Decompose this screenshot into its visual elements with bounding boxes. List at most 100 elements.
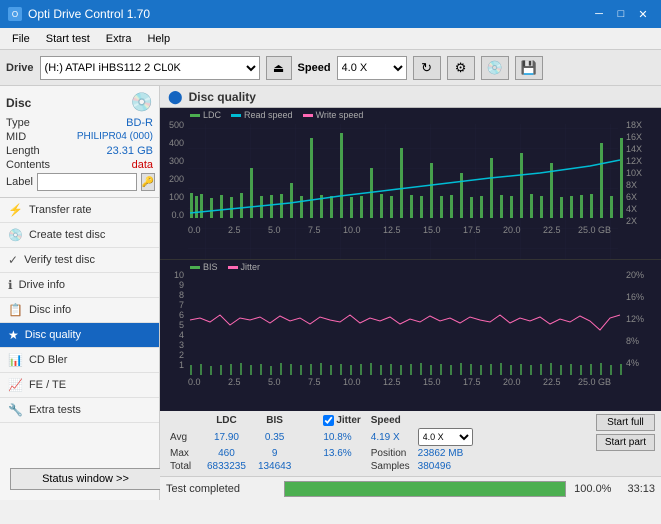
col-header-speed: Speed: [367, 414, 414, 427]
svg-text:10X: 10X: [626, 168, 642, 178]
avg-bis: 0.35: [252, 427, 297, 447]
svg-text:300: 300: [169, 156, 184, 166]
jitter-checkbox[interactable]: [323, 415, 334, 426]
svg-text:12X: 12X: [626, 156, 642, 166]
legend-read-speed: Read speed: [231, 110, 293, 120]
disc-type-row: Type BD-R: [6, 117, 153, 129]
svg-text:2X: 2X: [626, 216, 637, 226]
svg-text:2.5: 2.5: [228, 225, 241, 235]
status-window-button[interactable]: Status window >>: [10, 468, 161, 490]
start-full-button[interactable]: Start full: [596, 414, 655, 431]
svg-text:0.0: 0.0: [188, 225, 201, 235]
stats-row: LDC BIS Jitter Speed Avg 17.90 0.35: [166, 414, 655, 473]
svg-text:12.5: 12.5: [383, 377, 401, 387]
menu-extra[interactable]: Extra: [98, 31, 140, 47]
stats-table: LDC BIS Jitter Speed Avg 17.90 0.35: [166, 414, 477, 473]
fe-te-icon: 📈: [8, 378, 23, 392]
svg-text:2: 2: [179, 350, 184, 360]
nav-create-test-disc[interactable]: 💿 Create test disc: [0, 223, 159, 248]
create-test-disc-icon: 💿: [8, 228, 23, 242]
progress-track: [284, 481, 566, 497]
titlebar: O Opti Drive Control 1.70 ─ □ ✕: [0, 0, 661, 28]
disc-type-label: Type: [6, 117, 30, 129]
samples-label: Samples: [367, 460, 414, 473]
nav-extra-tests-label: Extra tests: [29, 404, 81, 416]
progress-percent: 100.0%: [574, 483, 611, 495]
svg-text:6: 6: [179, 310, 184, 320]
menu-help[interactable]: Help: [139, 31, 178, 47]
write-speed-color: [303, 114, 313, 117]
svg-text:6X: 6X: [626, 192, 637, 202]
menu-file[interactable]: File: [4, 31, 38, 47]
close-button[interactable]: ✕: [633, 5, 653, 23]
disc-label-button[interactable]: 🔑: [141, 173, 155, 191]
svg-text:5: 5: [179, 320, 184, 330]
save-button[interactable]: 💾: [515, 56, 543, 80]
svg-text:17.5: 17.5: [463, 377, 481, 387]
nav-drive-info[interactable]: ℹ Drive info: [0, 273, 159, 298]
disc-label-input[interactable]: [37, 173, 137, 191]
disc-mid-value: PHILIPR04 (000): [77, 131, 153, 143]
legend-write-speed-label: Write speed: [316, 110, 364, 120]
nav-fe-te[interactable]: 📈 FE / TE: [0, 373, 159, 398]
speed-select-stats[interactable]: 4.0 X: [418, 428, 473, 446]
svg-text:20.0: 20.0: [503, 225, 521, 235]
chart2-container: BIS Jitter 10 9 8 7 6 5 4 3: [160, 260, 661, 411]
nav-cd-bler[interactable]: 📊 CD Bler: [0, 348, 159, 373]
eject-button[interactable]: ⏏: [266, 56, 292, 80]
avg-ldc: 17.90: [201, 427, 252, 447]
drive-select[interactable]: (H:) ATAPI iHBS112 2 CL0K: [40, 56, 260, 80]
svg-text:8: 8: [179, 290, 184, 300]
svg-text:22.5: 22.5: [543, 377, 561, 387]
refresh-button[interactable]: ↻: [413, 56, 441, 80]
svg-text:20%: 20%: [626, 270, 644, 280]
speed-val: 4.19 X: [367, 427, 414, 447]
svg-text:100: 100: [169, 192, 184, 202]
svg-text:1: 1: [179, 360, 184, 370]
position-label: Position: [367, 447, 414, 460]
svg-text:2.5: 2.5: [228, 377, 241, 387]
svg-text:16%: 16%: [626, 292, 644, 302]
nav-transfer-rate[interactable]: ⚡ Transfer rate: [0, 198, 159, 223]
svg-text:10.0: 10.0: [343, 377, 361, 387]
chart2-legend: BIS Jitter: [190, 262, 260, 272]
disc-icon: 💿: [131, 92, 153, 113]
svg-text:400: 400: [169, 138, 184, 148]
nav-disc-info[interactable]: 📋 Disc info: [0, 298, 159, 323]
legend-jitter-label: Jitter: [241, 262, 261, 272]
nav-verify-test-disc[interactable]: ✓ Verify test disc: [0, 248, 159, 273]
svg-text:12.5: 12.5: [383, 225, 401, 235]
nav-drive-info-label: Drive info: [19, 279, 65, 291]
app-title: Opti Drive Control 1.70: [28, 7, 150, 21]
disc-button[interactable]: 💿: [481, 56, 509, 80]
app-icon: O: [8, 7, 22, 21]
svg-text:22.5: 22.5: [543, 225, 561, 235]
disc-title: Disc: [6, 96, 31, 110]
sidebar: Disc 💿 Type BD-R MID PHILIPR04 (000) Len…: [0, 86, 160, 500]
settings-button[interactable]: ⚙: [447, 56, 475, 80]
nav-extra-tests[interactable]: 🔧 Extra tests: [0, 398, 159, 423]
minimize-button[interactable]: ─: [589, 5, 609, 23]
nav-disc-quality[interactable]: ★ Disc quality: [0, 323, 159, 348]
start-part-button[interactable]: Start part: [596, 434, 655, 451]
svg-text:500: 500: [169, 120, 184, 130]
svg-text:18X: 18X: [626, 120, 642, 130]
total-ldc: 6833235: [201, 460, 252, 473]
chart1-legend: LDC Read speed Write speed: [190, 110, 363, 120]
menu-start-test[interactable]: Start test: [38, 31, 98, 47]
speed-select[interactable]: 4.0 X: [337, 56, 407, 80]
total-bis: 134643: [252, 460, 297, 473]
nav-create-test-disc-label: Create test disc: [29, 229, 105, 241]
maximize-button[interactable]: □: [611, 5, 631, 23]
panel-header: ⬤ Disc quality: [160, 86, 661, 108]
col-header-ldc: LDC: [201, 414, 252, 427]
legend-write-speed: Write speed: [303, 110, 364, 120]
disc-length-value: 23.31 GB: [107, 145, 153, 157]
bis-color: [190, 266, 200, 269]
action-buttons: Start full Start part: [596, 414, 655, 451]
svg-text:16X: 16X: [626, 132, 642, 142]
svg-text:4: 4: [179, 330, 184, 340]
disc-info-icon: 📋: [8, 303, 23, 317]
samples-val: 380496: [414, 460, 477, 473]
total-label: Total: [166, 460, 201, 473]
